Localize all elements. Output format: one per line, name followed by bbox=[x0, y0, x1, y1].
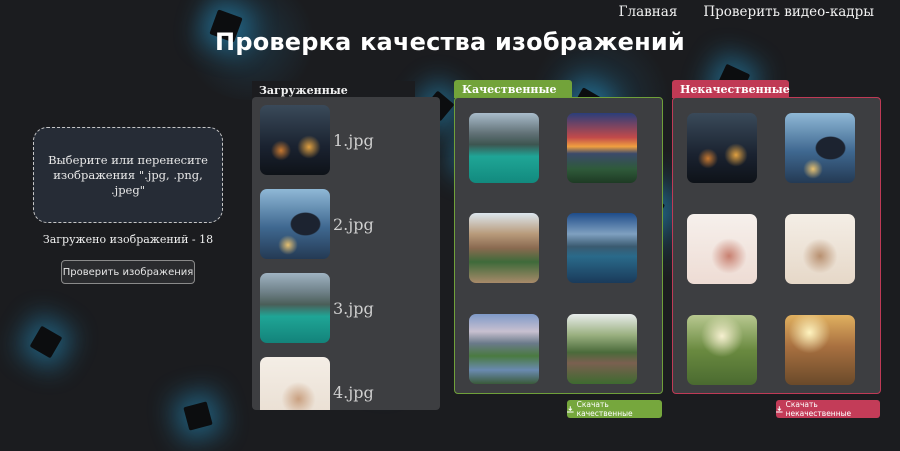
check-images-button[interactable]: Проверить изображения bbox=[61, 260, 195, 284]
quality-thumbnail bbox=[469, 113, 539, 183]
non-quality-images-panel bbox=[672, 97, 881, 394]
uploaded-images-label: Загруженные изображения: bbox=[252, 81, 415, 110]
non-quality-thumbnail bbox=[785, 315, 855, 385]
uploaded-thumbnail bbox=[260, 357, 330, 410]
uploaded-item: 4.jpg bbox=[260, 357, 430, 410]
non-quality-thumbnail bbox=[687, 113, 757, 183]
uploaded-thumbnail bbox=[260, 105, 330, 175]
file-dropzone[interactable]: Выберите или перенесите изображения ".jp… bbox=[33, 127, 223, 223]
uploaded-thumbnail bbox=[260, 273, 330, 343]
top-nav: Главная Проверить видео-кадры bbox=[619, 4, 874, 20]
download-icon bbox=[567, 405, 574, 412]
download-icon bbox=[776, 405, 783, 412]
quality-thumbnail bbox=[567, 113, 637, 183]
uploaded-thumbnail bbox=[260, 189, 330, 259]
quality-tab-label: Качественные bbox=[454, 80, 572, 98]
upload-count-text: Загружено изображений - 18 bbox=[42, 233, 214, 246]
quality-thumbnail bbox=[469, 314, 539, 384]
uploaded-filename: 1.jpg bbox=[333, 131, 374, 150]
uploaded-filename: 2.jpg bbox=[333, 215, 374, 234]
quality-thumbnail bbox=[567, 314, 637, 384]
uploaded-images-list[interactable]: 1.jpg 2.jpg 3.jpg 4.jpg bbox=[252, 97, 440, 410]
uploaded-filename: 4.jpg bbox=[333, 383, 374, 402]
download-non-quality-label: Скачать некачественные bbox=[785, 400, 852, 418]
dropzone-text: Выберите или перенесите изображения ".jp… bbox=[48, 152, 208, 197]
non-quality-thumbnail bbox=[785, 214, 855, 284]
download-non-quality-button[interactable]: Скачать некачественные bbox=[776, 400, 880, 418]
nav-video-frames-link[interactable]: Проверить видео-кадры bbox=[703, 4, 874, 20]
uploaded-item: 3.jpg bbox=[260, 273, 430, 343]
download-quality-button[interactable]: Скачать качественные bbox=[567, 400, 662, 418]
quality-images-panel bbox=[454, 97, 663, 394]
download-quality-label: Скачать качественные bbox=[576, 400, 633, 418]
background-square bbox=[29, 325, 63, 359]
background-square bbox=[183, 401, 213, 431]
non-quality-thumbnail bbox=[785, 113, 855, 183]
page-title: Проверка качества изображений bbox=[215, 28, 685, 56]
nav-home-link[interactable]: Главная bbox=[619, 4, 678, 20]
non-quality-thumbnail bbox=[687, 214, 757, 284]
uploaded-filename: 3.jpg bbox=[333, 299, 374, 318]
uploaded-item: 1.jpg bbox=[260, 105, 430, 175]
uploaded-item: 2.jpg bbox=[260, 189, 430, 259]
non-quality-thumbnail bbox=[687, 315, 757, 385]
quality-thumbnail bbox=[567, 213, 637, 283]
quality-thumbnail bbox=[469, 213, 539, 283]
non-quality-tab-label: Некачественные bbox=[672, 80, 790, 98]
